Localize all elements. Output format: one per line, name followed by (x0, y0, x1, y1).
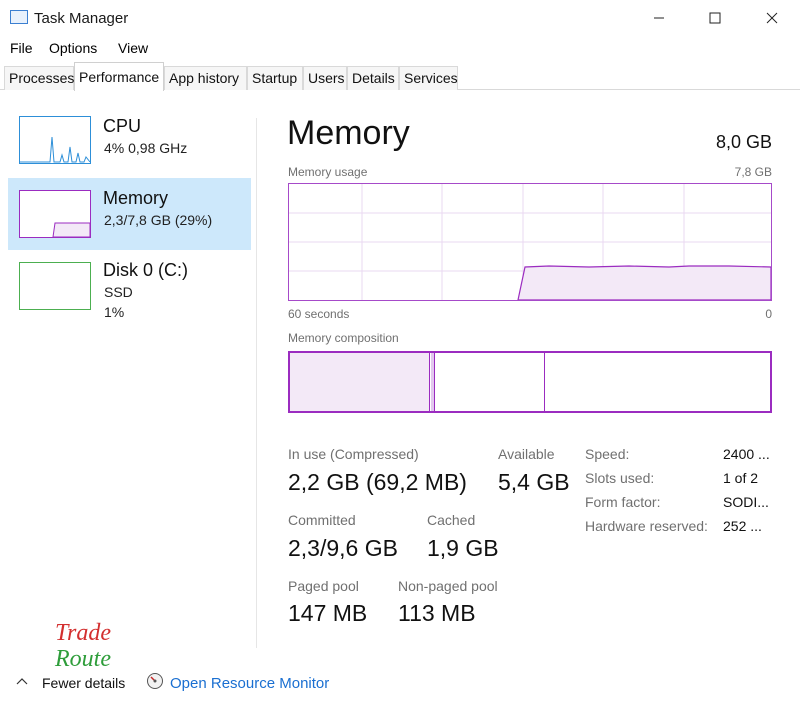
disk-mini-chart (20, 263, 90, 310)
fewer-details-label: Fewer details (42, 675, 126, 691)
sidebar-disk-usage: 1% (104, 304, 125, 320)
in-use-label: In use (Compressed) (288, 446, 419, 462)
non-paged-pool-label: Non-paged pool (398, 578, 498, 594)
resource-monitor-icon (147, 673, 163, 689)
hardware-reserved-label: Hardware reserved: (585, 518, 708, 534)
open-resource-monitor-label: Open Resource Monitor (170, 675, 330, 692)
maximize-icon (709, 12, 721, 24)
paged-pool-value: 147 MB (288, 600, 368, 626)
menu-bar: File Options View (0, 36, 800, 60)
cpu-thumbnail-graph (19, 116, 91, 164)
memory-composition-bar (288, 351, 772, 413)
speed-value: 2400 ... (723, 446, 770, 462)
available-label: Available (498, 446, 555, 462)
paged-pool-label: Paged pool (288, 578, 359, 594)
available-value: 5,4 GB (498, 469, 570, 495)
tab-users[interactable]: Users (303, 66, 347, 90)
composition-free (546, 353, 770, 411)
composition-in-use (290, 353, 430, 411)
memory-composition-label: Memory composition (288, 331, 399, 345)
form-factor-label: Form factor: (585, 494, 661, 510)
memory-mini-chart (52, 222, 90, 237)
slots-used-value: 1 of 2 (723, 470, 759, 486)
composition-standby (436, 353, 545, 411)
sidebar-disk-name: Disk 0 (C:) (103, 260, 188, 280)
tab-bar: Processes Performance App history Startu… (0, 62, 800, 91)
page-title: Memory (287, 114, 410, 152)
chevron-up-icon (16, 678, 28, 685)
non-paged-pool-value: 113 MB (398, 600, 476, 626)
menu-file[interactable]: File (10, 40, 33, 56)
fewer-details-button[interactable]: Fewer details (12, 669, 132, 695)
cpu-mini-chart (20, 136, 90, 163)
tab-services[interactable]: Services (399, 66, 458, 90)
cached-value: 1,9 GB (427, 535, 499, 561)
resource-sidebar: CPU 4% 0,98 GHz Memory 2,3/7,8 GB (29%) … (0, 90, 256, 650)
tab-details[interactable]: Details (347, 66, 399, 90)
memory-usage-graph (288, 183, 772, 301)
disk-thumbnail-graph (19, 262, 91, 310)
graph-time-left: 60 seconds (288, 307, 350, 321)
memory-usage-max: 7,8 GB (734, 165, 772, 179)
memory-usage-label: Memory usage (288, 165, 368, 179)
minimize-icon (654, 17, 664, 19)
open-resource-monitor-link[interactable]: Open Resource Monitor (144, 669, 334, 695)
graph-time-right: 0 (765, 307, 772, 321)
form-factor-value: SODI... (723, 494, 769, 510)
hardware-reserved-value: 252 ... (723, 518, 762, 534)
sidebar-divider (256, 118, 257, 648)
sidebar-memory-sub: 2,3/7,8 GB (29%) (104, 212, 213, 228)
speed-label: Speed: (585, 446, 630, 462)
tab-app-history[interactable]: App history (164, 66, 247, 90)
menu-options[interactable]: Options (49, 40, 97, 56)
composition-modified (431, 353, 435, 411)
tab-startup[interactable]: Startup (247, 66, 303, 90)
title-bar: Task Manager (0, 0, 800, 36)
task-manager-icon (10, 10, 28, 24)
minimize-button[interactable] (636, 0, 682, 36)
sidebar-item-disk[interactable]: Disk 0 (C:) SSD 1% (8, 252, 251, 324)
memory-usage-chart (289, 184, 772, 301)
total-memory: 8,0 GB (715, 132, 772, 152)
maximize-button[interactable] (692, 0, 738, 36)
window-title: Task Manager (34, 10, 129, 27)
slots-used-label: Slots used: (585, 470, 655, 486)
cached-label: Cached (427, 512, 476, 528)
sidebar-item-cpu[interactable]: CPU 4% 0,98 GHz (8, 108, 251, 180)
bottom-bar: Fewer details Open Resource Monitor (0, 665, 800, 701)
sidebar-cpu-sub: 4% 0,98 GHz (104, 140, 188, 156)
sidebar-item-memory[interactable]: Memory 2,3/7,8 GB (29%) (8, 178, 251, 250)
sidebar-cpu-name: CPU (103, 116, 142, 136)
sidebar-disk-type: SSD (104, 284, 133, 300)
close-icon (766, 12, 778, 24)
memory-thumbnail-graph (19, 190, 91, 238)
tab-processes[interactable]: Processes (4, 66, 74, 90)
sidebar-memory-name: Memory (103, 188, 169, 208)
watermark-line1: Trade (55, 620, 112, 646)
committed-value: 2,3/9,6 GB (288, 535, 398, 561)
committed-label: Committed (288, 512, 356, 528)
menu-view[interactable]: View (118, 40, 148, 56)
close-button[interactable] (749, 0, 795, 36)
in-use-value: 2,2 GB (69,2 MB) (288, 469, 467, 495)
tab-performance[interactable]: Performance (74, 62, 164, 91)
